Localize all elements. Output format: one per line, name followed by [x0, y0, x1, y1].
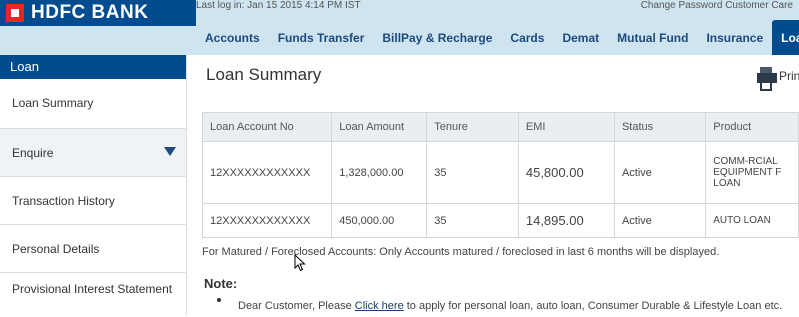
nav-demat[interactable]: Demat	[553, 20, 608, 55]
print-label: Print	[779, 69, 799, 83]
product: AUTO LOAN	[705, 203, 799, 238]
sidebar-item-label: Enquire	[12, 146, 54, 160]
col-header-tenure: Tenure	[426, 112, 519, 142]
col-header-account: Loan Account No	[201, 112, 333, 142]
nav-funds-transfer[interactable]: Funds Transfer	[269, 20, 374, 55]
main-content: Loan Summary Print Loan Account No Loan …	[187, 55, 799, 315]
col-header-product: Product	[705, 112, 799, 142]
nav-mutual-fund[interactable]: Mutual Fund	[608, 20, 697, 55]
brand-logo[interactable]: HDFC BANK	[0, 0, 196, 26]
loan-amount: 1,328,000.00	[331, 141, 428, 204]
account-number-link[interactable]: 12XXXXXXXXXXXX	[201, 203, 333, 238]
sidebar-item-loan-summary[interactable]: Loan Summary	[0, 79, 186, 129]
hdfc-logo-icon	[6, 4, 24, 22]
note-suffix: to apply for personal loan, auto loan, C…	[403, 300, 783, 312]
top-bar: HDFC BANK Last log in: Jan 15 2015 4:14 …	[0, 0, 799, 55]
sidebar-item-personal-details[interactable]: Personal Details	[0, 225, 186, 273]
brand-name: HDFC BANK	[31, 2, 149, 23]
loan-summary-table: Loan Account No Loan Amount Tenure EMI S…	[201, 112, 799, 238]
sidebar-item-enquire[interactable]: Enquire	[0, 129, 186, 177]
bullet-icon	[217, 298, 221, 302]
sidebar-item-label: Loan Summary	[12, 96, 94, 110]
sidebar-item-provisional-interest[interactable]: Provisional Interest Statement	[0, 273, 186, 317]
sidebar-item-label: Transaction History	[12, 194, 115, 208]
table-row: 12XXXXXXXXXXXX 1,328,000.00 35 45,800.00…	[201, 141, 799, 204]
account-number-link[interactable]: 12XXXXXXXXXXXX	[201, 141, 333, 204]
click-here-link[interactable]: Click here	[355, 300, 404, 312]
nav-accounts[interactable]: Accounts	[196, 20, 269, 55]
emi: 45,800.00	[517, 141, 615, 204]
print-button[interactable]: Print	[757, 67, 799, 91]
emi: 14,895.00	[517, 203, 615, 238]
sidebar-item-transaction-history[interactable]: Transaction History	[0, 177, 186, 225]
note-heading: Note:	[204, 276, 238, 291]
sidebar-item-label: Provisional Interest Statement	[12, 282, 173, 296]
dropdown-arrow-icon	[164, 147, 176, 156]
page-title: Loan Summary	[206, 65, 322, 84]
table-row: 12XXXXXXXXXXXX 450,000.00 35 14,895.00 A…	[201, 203, 799, 238]
tenure: 35	[426, 141, 519, 204]
tenure: 35	[426, 203, 519, 238]
col-header-emi: EMI	[517, 112, 615, 142]
last-login-text: Last log in: Jan 15 2015 4:14 PM IST	[196, 0, 361, 11]
col-header-status: Status	[613, 112, 707, 142]
note-text: Dear Customer, Please Click here to appl…	[238, 300, 782, 312]
sidebar-heading: Loan	[0, 55, 186, 79]
nav-cards[interactable]: Cards	[501, 20, 553, 55]
nav-billpay-recharge[interactable]: BillPay & Recharge	[373, 20, 501, 55]
sidebar: Loan Loan Summary Enquire Transaction Hi…	[0, 55, 187, 315]
product: COMM-RCIAL EQUIPMENT F LOAN	[705, 141, 799, 204]
loan-amount: 450,000.00	[331, 203, 428, 238]
table-header-row: Loan Account No Loan Amount Tenure EMI S…	[201, 112, 799, 142]
col-header-amount: Loan Amount	[331, 112, 428, 142]
status: Active	[613, 141, 707, 204]
matured-accounts-footnote: For Matured / Foreclosed Accounts: Only …	[202, 246, 720, 258]
sidebar-item-label: Personal Details	[12, 242, 100, 256]
nav-insurance[interactable]: Insurance	[697, 20, 772, 55]
mouse-cursor-icon	[294, 254, 306, 272]
status: Active	[613, 203, 707, 238]
printer-icon	[757, 67, 777, 91]
main-nav: Accounts Funds Transfer BillPay & Rechar…	[196, 20, 799, 55]
nav-loans[interactable]: Loans	[772, 20, 799, 55]
header-links[interactable]: Change Password Customer Care	[641, 0, 793, 11]
note-prefix: Dear Customer, Please	[238, 300, 355, 312]
